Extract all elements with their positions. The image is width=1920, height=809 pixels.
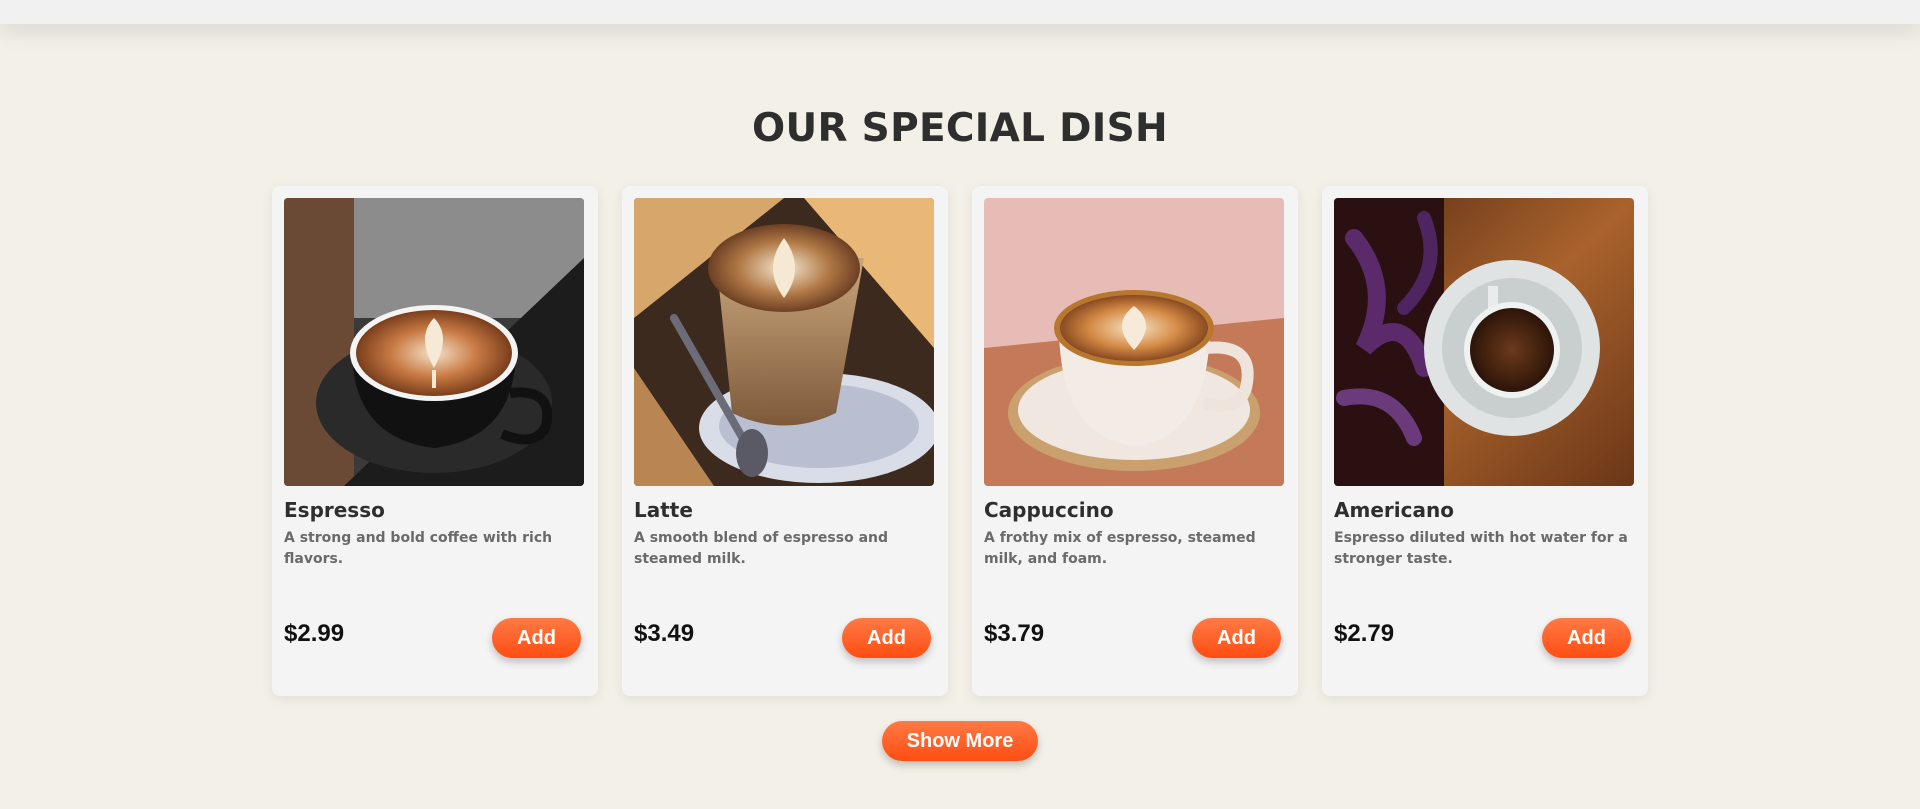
americano-photo — [1334, 198, 1634, 486]
section-title: OUR SPECIAL DISH — [752, 106, 1168, 151]
cappuccino-photo — [984, 198, 1284, 486]
header-bar — [0, 0, 1920, 24]
product-price: $2.79 — [1334, 620, 1395, 647]
product-name: Latte — [634, 498, 693, 522]
product-description: A frothy mix of espresso, steamed milk, … — [984, 530, 1256, 567]
product-card: Americano Espresso diluted with hot wate… — [1322, 186, 1648, 696]
product-price: $3.79 — [984, 620, 1045, 647]
product-description: Espresso diluted with hot water for a st… — [1334, 530, 1628, 567]
product-name: Cappuccino — [984, 498, 1114, 522]
product-card: Latte A smooth blend of espresso and ste… — [622, 186, 948, 696]
add-latte-button[interactable]: Add — [842, 618, 931, 658]
product-price: $3.49 — [634, 620, 695, 647]
espresso-photo — [284, 198, 584, 486]
product-description: A strong and bold coffee with rich flavo… — [284, 530, 553, 567]
show-more-button[interactable]: Show More — [882, 721, 1038, 761]
product-name: Espresso — [284, 498, 385, 522]
add-espresso-button[interactable]: Add — [492, 618, 581, 658]
product-description: A smooth blend of espresso and steamed m… — [634, 530, 889, 567]
product-grid: Espresso A strong and bold coffee with r… — [272, 186, 1648, 696]
latte-photo — [634, 198, 934, 486]
product-card: Espresso A strong and bold coffee with r… — [272, 186, 598, 696]
add-americano-button[interactable]: Add — [1542, 618, 1631, 658]
add-cappuccino-button[interactable]: Add — [1192, 618, 1281, 658]
product-price: $2.99 — [284, 620, 345, 647]
product-card: Cappuccino A frothy mix of espresso, ste… — [972, 186, 1298, 696]
product-name: Americano — [1334, 498, 1454, 522]
